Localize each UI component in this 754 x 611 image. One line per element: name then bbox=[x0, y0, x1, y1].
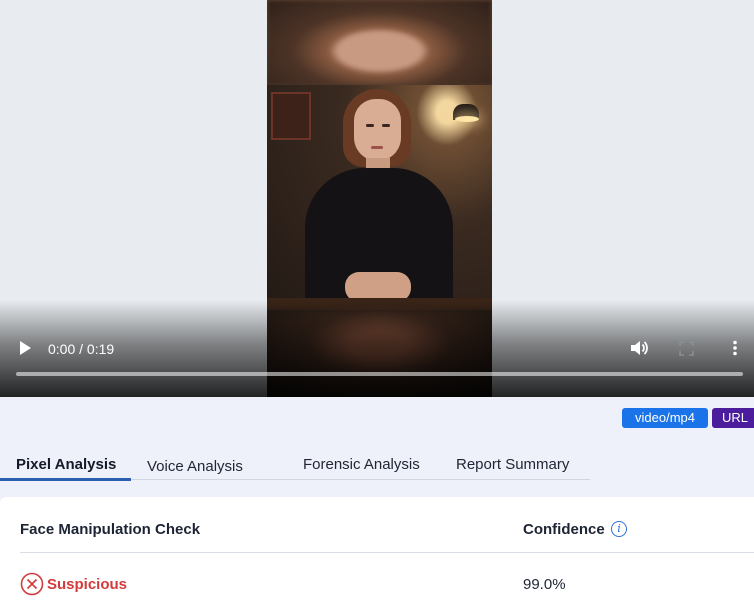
fullscreen-icon[interactable] bbox=[679, 341, 694, 356]
confidence-value: 99.0% bbox=[523, 576, 566, 593]
video-blur-background bbox=[267, 0, 492, 85]
mime-type-badge: video/mp4 bbox=[622, 408, 708, 428]
active-tab-indicator bbox=[0, 478, 131, 481]
analysis-tabs: Pixel Analysis Voice Analysis Forensic A… bbox=[0, 450, 754, 482]
video-progress-bar[interactable] bbox=[16, 372, 743, 376]
presenter-eye-left bbox=[366, 124, 374, 127]
tab-voice-analysis[interactable]: Voice Analysis bbox=[147, 458, 243, 475]
x-circle-icon bbox=[20, 572, 44, 596]
table-divider bbox=[20, 552, 754, 553]
tab-pixel-analysis[interactable]: Pixel Analysis bbox=[16, 456, 116, 473]
volume-icon[interactable] bbox=[630, 340, 648, 356]
status-text: Suspicious bbox=[47, 576, 128, 593]
info-icon[interactable]: i bbox=[611, 521, 627, 537]
wall-artwork bbox=[271, 92, 311, 140]
result-panel: Face Manipulation Check Confidence i Sus… bbox=[0, 497, 754, 611]
presenter-mouth bbox=[371, 146, 383, 149]
presenter-face bbox=[354, 99, 401, 161]
video-player[interactable]: 0:00 / 0:19 bbox=[0, 0, 754, 397]
check-column-header: Face Manipulation Check bbox=[20, 521, 201, 538]
tab-report-summary[interactable]: Report Summary bbox=[456, 456, 569, 473]
play-icon[interactable] bbox=[18, 340, 32, 356]
confidence-column-header: Confidence bbox=[523, 521, 605, 538]
presenter-eye-right bbox=[382, 124, 390, 127]
lamp-light bbox=[455, 116, 479, 122]
more-vertical-icon[interactable] bbox=[731, 340, 739, 356]
tab-forensic-analysis[interactable]: Forensic Analysis bbox=[303, 456, 420, 473]
source-badge: URL bbox=[712, 408, 754, 428]
time-display: 0:00 / 0:19 bbox=[48, 341, 115, 357]
